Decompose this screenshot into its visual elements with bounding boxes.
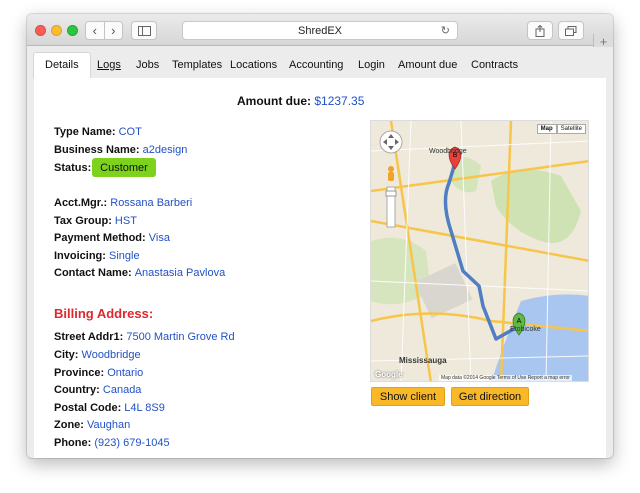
type-name-field: Type Name: COT	[54, 126, 142, 138]
street-view-icon[interactable]	[388, 166, 394, 181]
postal-code-label: Postal Code:	[54, 402, 122, 414]
show-tabs-button[interactable]	[558, 21, 584, 40]
forward-icon[interactable]: ›	[105, 22, 123, 39]
contact-name-field: Contact Name: Anastasia Pavlova	[54, 267, 225, 279]
tabs-icon	[565, 25, 577, 36]
type-name-value: COT	[118, 126, 142, 138]
map-type-map[interactable]: Map	[536, 124, 557, 134]
minimize-window-button[interactable]	[51, 25, 62, 36]
map-canvas: B A Woodbridge Etobicoke Mississauga	[371, 121, 588, 381]
nav-buttons: ‹ ›	[85, 21, 123, 40]
status-badge: Customer	[92, 158, 156, 177]
tab-amount-due[interactable]: Amount due	[398, 54, 457, 77]
invoicing-label: Invoicing:	[54, 250, 106, 262]
tax-group-value: HST	[114, 215, 137, 227]
payment-method-field: Payment Method: Visa	[54, 232, 170, 244]
business-name-label: Business Name:	[54, 144, 140, 156]
zone-label: Zone:	[54, 419, 84, 431]
page-title: ShredEX	[297, 24, 343, 37]
map-type-control: Map Satellite	[536, 124, 586, 134]
tab-details[interactable]: Details	[33, 52, 91, 78]
route-map[interactable]: B A Woodbridge Etobicoke Mississauga Map…	[370, 120, 589, 382]
street-label: Street Addr1:	[54, 331, 124, 343]
zone-value: Vaughan	[87, 419, 131, 431]
new-tab-button[interactable]: +	[593, 34, 613, 49]
business-name-field: Business Name: a2design	[54, 144, 187, 156]
get-direction-button[interactable]: Get direction	[451, 387, 529, 406]
tax-group-field: Tax Group: HST	[54, 215, 137, 227]
google-logo: Google	[375, 370, 403, 379]
acct-mgr-label: Acct.Mgr.:	[54, 197, 108, 209]
province-field: Province: Ontario	[54, 367, 143, 379]
street-field: Street Addr1: 7500 Martin Grove Rd	[54, 331, 235, 343]
sidebar-toggle-button[interactable]	[131, 21, 157, 40]
invoicing-field: Invoicing: Single	[54, 250, 140, 262]
tab-logs[interactable]: Logs	[97, 54, 121, 77]
map-zoom-control[interactable]	[379, 130, 403, 154]
amount-due-value: $1237.35	[314, 94, 365, 108]
zoom-window-button[interactable]	[67, 25, 78, 36]
country-value: Canada	[102, 384, 142, 396]
status-field: Status:	[54, 162, 91, 174]
map-type-satellite[interactable]: Satellite	[556, 124, 586, 134]
marker-a-label: A	[517, 318, 522, 325]
tab-accounting[interactable]: Accounting	[289, 54, 343, 77]
map-attribution[interactable]: Map data ©2014 Google Terms of Use Repor…	[439, 375, 572, 381]
map-label-woodbridge: Woodbridge	[429, 148, 467, 155]
type-name-label: Type Name:	[54, 126, 116, 138]
details-panel: Amount due: $1237.35 Type Name: COT Busi…	[34, 78, 606, 458]
back-icon[interactable]: ‹	[86, 22, 105, 39]
reload-icon[interactable]: ↻	[441, 24, 450, 37]
browser-window: ‹ › ShredEX ↻ + Details Logs Jobs Templa…	[27, 14, 613, 458]
share-icon	[535, 24, 545, 37]
payment-method-label: Payment Method:	[54, 232, 146, 244]
map-label-etobicoke: Etobicoke	[510, 326, 541, 333]
title-bar: ‹ › ShredEX ↻ +	[27, 14, 613, 49]
payment-method-value: Visa	[148, 232, 170, 244]
phone-field: Phone: (923) 679-1045	[54, 437, 170, 449]
tab-locations[interactable]: Locations	[230, 54, 277, 77]
map-label-mississauga: Mississauga	[399, 356, 447, 365]
status-label: Status:	[54, 162, 92, 174]
business-name-value: a2design	[142, 144, 188, 156]
street-value: 7500 Martin Grove Rd	[126, 331, 235, 343]
close-window-button[interactable]	[35, 25, 46, 36]
contact-name-value[interactable]: Anastasia Pavlova	[135, 267, 226, 279]
province-label: Province:	[54, 367, 105, 379]
show-client-button[interactable]: Show client	[371, 387, 445, 406]
tab-contracts[interactable]: Contracts	[471, 54, 518, 77]
phone-label: Phone:	[54, 437, 92, 449]
sidebar-icon	[137, 25, 151, 36]
country-label: Country:	[54, 384, 100, 396]
tab-bar: Details Logs Jobs Templates Locations Ac…	[27, 47, 613, 78]
tab-jobs[interactable]: Jobs	[136, 54, 159, 77]
city-value: Woodbridge	[81, 349, 141, 361]
amount-due-label: Amount due:	[237, 94, 311, 108]
invoicing-value: Single	[109, 250, 140, 262]
city-field: City: Woodbridge	[54, 349, 141, 361]
postal-code-value: L4L 8S9	[124, 402, 165, 414]
province-value: Ontario	[107, 367, 144, 379]
acct-mgr-value[interactable]: Rossana Barberi	[110, 197, 192, 209]
phone-value[interactable]: (923) 679-1045	[94, 437, 169, 449]
billing-address-title: Billing Address:	[54, 306, 154, 321]
share-button[interactable]	[527, 21, 553, 40]
acct-mgr-field: Acct.Mgr.: Rossana Barberi	[54, 197, 192, 209]
contact-name-label: Contact Name:	[54, 267, 132, 279]
city-label: City:	[54, 349, 79, 361]
country-field: Country: Canada	[54, 384, 141, 396]
zone-field: Zone: Vaughan	[54, 419, 130, 431]
tab-login[interactable]: Login	[358, 54, 385, 77]
postal-code-field: Postal Code: L4L 8S9	[54, 402, 165, 414]
address-bar[interactable]: ShredEX ↻	[182, 21, 458, 40]
amount-due: Amount due: $1237.35	[237, 94, 364, 108]
tax-group-label: Tax Group:	[54, 215, 112, 227]
tab-templates[interactable]: Templates	[172, 54, 222, 77]
